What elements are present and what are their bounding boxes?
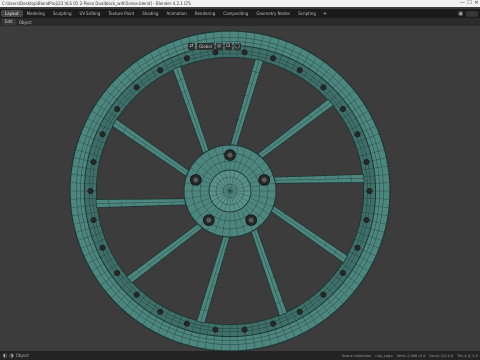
stat-collection: Scene collection [341,353,372,358]
tab-uv-editing[interactable]: UV Editing [76,10,105,17]
lug-nut [205,217,212,224]
object-menu[interactable]: Object [19,20,32,25]
minimize-button[interactable]: — [459,0,466,7]
wheel-model[interactable] [0,26,480,351]
tab-animation[interactable]: Animation [162,10,190,17]
rim-bolt [241,326,248,333]
rim-bolt [183,320,190,327]
close-button[interactable]: ✕ [473,0,480,7]
transform-icon[interactable]: ⇄ [188,43,195,50]
window-titlebar: C:\Users\Desktop\BlendProj\23 VLS 01 2-P… [0,0,480,7]
add-workspace-button[interactable]: + [320,11,330,17]
rim-bolt [270,55,277,62]
viewport-overlay-toolbar: ⇄ Global ◎ ⊡ ◯ [188,43,241,50]
stat-tris: Tris 4,4, 5,5 [457,353,478,358]
rim-bolt [114,270,121,277]
rim-bolt [133,84,140,91]
mouse-icon: ◐ [3,352,8,359]
rim-bolt [157,67,164,74]
rim-bolt [339,270,346,277]
tab-modeling[interactable]: Modeling [23,10,49,17]
mouse-middle-icon: ◑ [9,352,14,359]
rim-bolt [270,320,277,327]
status-bar: ◐ ◑ Object Scene collection Cap_Logo Ver… [0,351,480,360]
rim-bolt [354,131,361,138]
lug-nut [248,217,255,224]
3d-viewport[interactable]: ⇄ Global ◎ ⊡ ◯ [0,26,480,351]
rim-bolt [183,55,190,62]
proportional-icon[interactable]: ◯ [233,43,241,50]
rim-bolt [212,326,219,333]
stat-verts: Verts 2,968 /4.4 [396,353,426,358]
maximize-button[interactable]: ☐ [466,0,473,7]
rim-bolt [90,158,97,165]
tab-texture-paint[interactable]: Texture Paint [104,10,138,17]
editor-header: Edit Object [0,18,480,26]
window-title: C:\Users\Desktop\BlendProj\23 VLS 01 2-P… [2,1,191,6]
rim-bolt [87,187,94,194]
rim-bolt [354,244,361,251]
tab-layout[interactable]: Layout [1,10,23,17]
wheel-mesh [69,30,391,351]
rim-bolt [296,308,303,315]
rim-bolt [133,291,140,298]
rim-bolt [90,217,97,224]
status-stats: Scene collection Cap_Logo Verts 2,968 /4… [342,354,480,358]
orientation-dropdown[interactable]: Global [197,43,214,50]
tab-compositing[interactable]: Compositing [219,10,252,17]
rim-bolt [363,217,370,224]
rim-bolt [212,49,219,56]
scene-selector[interactable] [466,10,478,17]
rim-bolt [339,105,346,112]
lug-nut [192,176,199,183]
lug-nut [227,152,233,158]
tab-shading[interactable]: Shading [138,10,162,17]
rim-bolt [99,244,106,251]
tab-rendering[interactable]: Rendering [191,10,219,17]
workspace-tabs-bar: Layout Modeling Sculpting UV Editing Tex… [0,9,480,18]
tab-geometry-nodes[interactable]: Geometry Nodes [252,10,294,17]
rim-bolt [366,187,373,194]
rim-bolt [241,49,248,56]
rim-bolt [99,131,106,138]
scene-icon[interactable]: ▣ [458,11,463,17]
mode-dropdown[interactable]: Edit [2,19,16,25]
stat-faces: Faces 2/2,4,6 [429,353,454,358]
rim-bolt [296,67,303,74]
status-mode-hint: Object [15,353,29,358]
rim-bolt [320,84,327,91]
rim-bolt [114,105,121,112]
lug-nut [261,176,268,183]
rim-bolt [363,158,370,165]
snap-icon[interactable]: ⊡ [224,43,232,50]
pivot-icon[interactable]: ◎ [215,43,223,50]
tab-sculpting[interactable]: Sculpting [49,10,76,17]
rim-bolt [157,308,164,315]
rim-bolt [320,291,327,298]
tab-scripting[interactable]: Scripting [294,10,320,17]
stat-object: Cap_Logo [375,353,393,358]
